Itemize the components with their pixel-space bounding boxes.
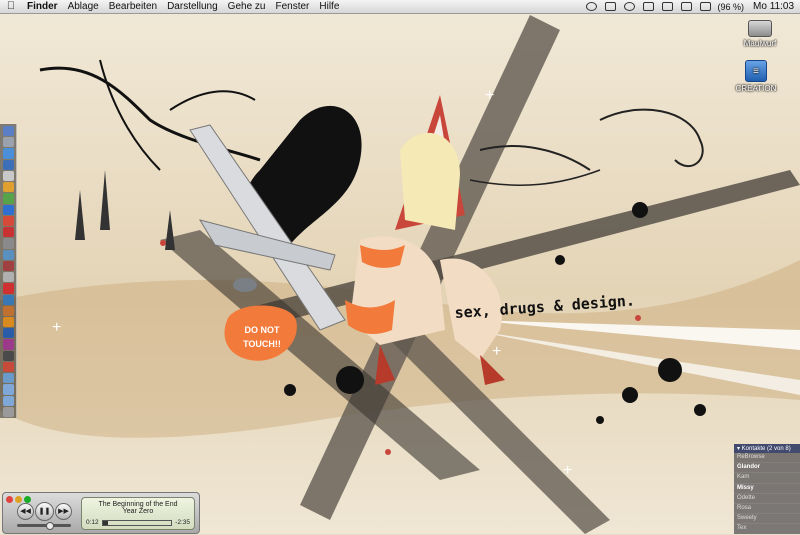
app-dock-icon[interactable] (2, 294, 14, 305)
contact-item[interactable]: Tex (734, 524, 800, 535)
menu-darstellung[interactable]: Darstellung (162, 0, 223, 13)
track-title: The Beginning of the End (98, 501, 178, 508)
app-dock-icon[interactable] (2, 272, 14, 283)
svg-text:+: + (485, 87, 494, 104)
calendar-dock-icon[interactable] (2, 238, 14, 249)
folder-dock-icon[interactable] (2, 395, 14, 406)
menu-hilfe[interactable]: Hilfe (314, 0, 344, 13)
battery-icon[interactable] (699, 2, 711, 11)
previous-track-button[interactable]: ◀◀ (17, 503, 34, 520)
app-dock-icon[interactable] (2, 361, 14, 373)
desktop-icon-label: CREATION (735, 84, 777, 93)
remaining-time: -2:35 (175, 519, 190, 526)
track-artist: Year Zero (122, 508, 154, 515)
svg-text:+: + (492, 343, 501, 360)
volume-slider-knob[interactable] (46, 522, 55, 530)
display-icon[interactable] (661, 2, 673, 11)
svg-text:+: + (52, 319, 61, 336)
app-dock-icon[interactable] (2, 305, 14, 316)
apple-menu-icon[interactable]:  (0, 0, 22, 13)
acrobat-dock-icon[interactable] (2, 283, 14, 294)
messenger-dock-icon[interactable] (2, 193, 14, 204)
contacts-header[interactable]: ▾ Kontakte (2 von 8) (734, 444, 800, 453)
menu-finder[interactable]: Finder (22, 0, 63, 13)
playback-progress-bar[interactable] (101, 519, 173, 526)
playback-time-row: 0:12 -2:35 (86, 519, 190, 526)
svg-text:+: + (563, 462, 572, 479)
contact-item[interactable]: Sweety (734, 514, 800, 525)
itunes-mini-player: ◀◀ ❚❚ ▶▶ The Beginning of the End Year Z… (2, 492, 200, 534)
track-display: The Beginning of the End Year Zero 0:12 … (81, 497, 195, 530)
menu-bearbeiten[interactable]: Bearbeiten (104, 0, 162, 13)
next-track-button[interactable]: ▶▶ (55, 503, 72, 520)
wallpaper-sign-text-2: TOUCH!! (243, 339, 281, 349)
app-dock-icon[interactable] (2, 350, 14, 361)
app-dock-icon[interactable] (2, 260, 14, 272)
contact-item[interactable]: Missy (734, 484, 800, 494)
contact-item[interactable]: Rosa (734, 504, 800, 515)
volume-icon[interactable] (680, 2, 692, 11)
external-disk-icon: ≡ (745, 60, 767, 82)
playback-progress-fill (102, 520, 109, 525)
desktop-wallpaper: DO NOT TOUCH!! sex, drugs & design. + + … (0, 0, 800, 534)
contact-item[interactable]: Glandor (734, 463, 800, 474)
menu-ablage[interactable]: Ablage (63, 0, 104, 13)
window-controls (6, 496, 33, 503)
dashboard-dock-icon[interactable] (2, 137, 14, 148)
minimize-icon[interactable] (15, 496, 22, 503)
app-dock-icon[interactable] (2, 215, 14, 227)
photoshop-dock-icon[interactable] (2, 328, 14, 339)
desktop-icon-maulwurf[interactable]: Maulwurf (730, 20, 790, 48)
sync-icon[interactable] (623, 2, 635, 11)
skype-dock-icon[interactable] (2, 204, 14, 215)
firefox-dock-icon[interactable] (2, 182, 14, 193)
itunes-dock-icon[interactable] (2, 227, 14, 238)
user-status-icon[interactable] (585, 2, 597, 11)
safari-dock-icon[interactable] (2, 159, 14, 170)
menu-gehe-zu[interactable]: Gehe zu (223, 0, 271, 13)
elapsed-time: 0:12 (86, 519, 99, 526)
pause-button[interactable]: ❚❚ (35, 502, 54, 521)
mail-dock-icon[interactable] (2, 148, 14, 159)
battery-percentage[interactable]: (96 %) (715, 2, 748, 12)
preview-dock-icon[interactable] (2, 249, 14, 260)
wallpaper-sign-text: DO NOT (245, 325, 281, 335)
contact-item[interactable]: Kam (734, 473, 800, 484)
menu-bar:  Finder Ablage Bearbeiten Darstellung G… (0, 0, 800, 14)
address-book-dock-icon[interactable] (2, 170, 14, 182)
desktop-icon-label: Maulwurf (743, 39, 777, 48)
zoom-icon[interactable] (24, 496, 31, 503)
contacts-widget: ▾ Kontakte (2 von 8) ReBrowse Glandor Ka… (734, 444, 800, 535)
contact-item[interactable]: Odette (734, 494, 800, 505)
volume-slider[interactable] (17, 522, 71, 530)
desktop-icon-creation[interactable]: ≡ CREATION (726, 60, 786, 93)
wifi-icon[interactable] (642, 2, 654, 11)
trash-dock-icon[interactable] (2, 406, 14, 418)
dock (0, 124, 17, 418)
illustrator-dock-icon[interactable] (2, 316, 14, 328)
time-machine-icon[interactable] (604, 2, 616, 11)
contact-item[interactable]: ReBrowse (734, 453, 800, 464)
folder-dock-icon[interactable] (2, 384, 14, 395)
indesign-dock-icon[interactable] (2, 339, 14, 350)
close-icon[interactable] (6, 496, 13, 503)
hard-disk-icon (748, 20, 772, 37)
finder-dock-icon[interactable] (2, 126, 14, 137)
menubar-clock[interactable]: Mo 11:03 (747, 1, 800, 12)
app-dock-icon[interactable] (2, 373, 14, 384)
menu-fenster[interactable]: Fenster (270, 0, 314, 13)
